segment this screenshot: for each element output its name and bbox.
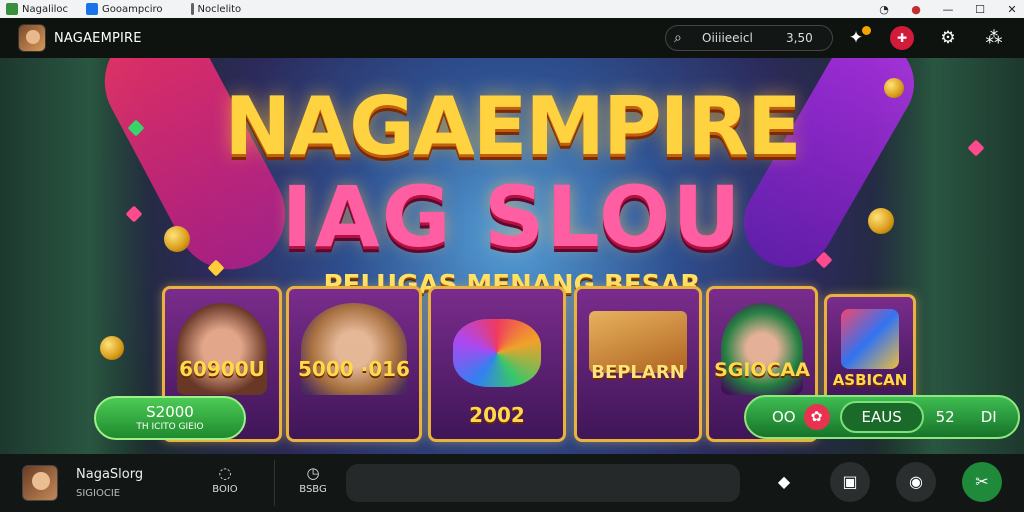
divider-icon bbox=[190, 3, 194, 15]
balance-value: 3,50 bbox=[786, 31, 813, 45]
badge-icon[interactable]: ✚ bbox=[890, 26, 914, 50]
stat-value: OO bbox=[772, 408, 796, 426]
game-art bbox=[177, 303, 267, 395]
app-header: NAGAEMPIRE ⌕ Oiiiieeicl 3,50 ✦ ✚ ⚙ ⁂ bbox=[0, 18, 1024, 58]
os-tab-label: Nagaliloc bbox=[22, 3, 69, 15]
game-card[interactable]: ASBICAN bbox=[824, 294, 916, 404]
game-card-label: SGIOCAA bbox=[714, 359, 810, 381]
brand-logo[interactable] bbox=[18, 24, 46, 52]
search-bar[interactable]: ⌕ Oiiiieeicl 3,50 bbox=[665, 25, 833, 51]
window-controls: ◔ ● — ☐ ✕ bbox=[878, 0, 1018, 18]
game-art bbox=[721, 303, 803, 395]
minimize-icon[interactable]: — bbox=[942, 3, 954, 16]
book-icon[interactable]: ▣ bbox=[830, 462, 870, 502]
os-title-bar: Nagaliloc Gooampciro Noclelito ◔ ● — ☐ ✕ bbox=[0, 0, 1024, 18]
coin-icon bbox=[100, 336, 124, 360]
history-icon[interactable]: ◔ bbox=[878, 3, 890, 16]
app-icon bbox=[6, 3, 18, 15]
game-card[interactable]: 2002 bbox=[428, 286, 566, 442]
game-card-label: 2002 bbox=[469, 403, 525, 427]
chat-input[interactable] bbox=[346, 464, 740, 502]
maximize-icon[interactable]: ☐ bbox=[974, 3, 986, 16]
heart-icon[interactable]: ✿ bbox=[803, 404, 830, 430]
game-card-label: ASBICAN bbox=[832, 371, 908, 389]
os-tab[interactable]: Gooampciro bbox=[86, 3, 163, 15]
camera-icon[interactable]: ◉ bbox=[896, 462, 936, 502]
game-title: NagaSlorg bbox=[76, 467, 144, 482]
gem-art bbox=[453, 319, 541, 387]
notification-icon[interactable]: ✦ bbox=[844, 26, 871, 50]
footer-button-2[interactable]: ◷ BSBG bbox=[296, 464, 330, 495]
search-icon: ⌕ bbox=[674, 30, 682, 46]
browser-icon bbox=[86, 3, 99, 15]
footer-button-1[interactable]: ◌ BOIO bbox=[210, 464, 240, 495]
close-icon[interactable]: ✕ bbox=[1006, 3, 1018, 16]
footer-button-label: BOIO bbox=[212, 484, 238, 495]
cube-art bbox=[841, 309, 899, 369]
stat-highlight[interactable]: EAUS bbox=[839, 401, 924, 433]
bonus-amount: S2000 bbox=[146, 403, 194, 421]
os-tab[interactable]: Noclelito bbox=[190, 3, 242, 15]
stats-bar[interactable]: OO ✿ EAUS 52 DI bbox=[744, 395, 1020, 439]
bonus-subtext: TH ICITO GIEIO bbox=[136, 422, 204, 432]
banner-subtitle: IAG SLOU bbox=[281, 168, 743, 266]
game-card[interactable]: 5000 ·016 bbox=[286, 286, 422, 442]
refresh-icon: ◌ bbox=[218, 464, 232, 482]
pin-icon[interactable]: ● bbox=[910, 3, 922, 16]
footer-button-label: BSBG bbox=[299, 484, 327, 495]
game-card-label: BEPLARN bbox=[591, 362, 685, 383]
clock-icon: ◷ bbox=[306, 464, 320, 482]
divider bbox=[274, 460, 275, 506]
game-info: NagaSlorg SIGIOCIE bbox=[76, 467, 143, 499]
footer-actions: ◆ ▣ ◉ ✂ bbox=[764, 462, 1002, 502]
banner-title: NAGAEMPIRE bbox=[224, 80, 801, 173]
notification-dot bbox=[862, 26, 871, 35]
avatar[interactable] bbox=[22, 465, 58, 501]
os-tab[interactable]: Nagaliloc bbox=[6, 3, 68, 15]
stat-value: 52 bbox=[935, 408, 955, 426]
hero-banner[interactable]: NAGAEMPIRE IAG SLOU PELUGAS MENANG BESAR… bbox=[0, 58, 1024, 454]
os-tab-label: Gooampciro bbox=[102, 3, 163, 15]
search-query[interactable]: Oiiiieeicl bbox=[702, 31, 772, 45]
app-window: { "os_bar": { "tabs": [ {"label": "Nagal… bbox=[0, 0, 1024, 512]
os-tab-label: Noclelito bbox=[197, 3, 242, 15]
header-actions: ✦ ✚ ⚙ ⁂ bbox=[844, 26, 1006, 50]
game-card[interactable]: BEPLARN bbox=[574, 286, 702, 442]
settings-icon[interactable]: ⚙ bbox=[936, 26, 960, 50]
tag-icon[interactable]: ◆ bbox=[764, 462, 804, 502]
brand-name: NAGAEMPIRE bbox=[54, 30, 142, 46]
game-art bbox=[301, 303, 407, 395]
game-subtitle: SIGIOCIE bbox=[76, 488, 121, 499]
stat-value: DI bbox=[980, 408, 997, 426]
tools-icon[interactable]: ✂ bbox=[962, 462, 1002, 502]
game-card-label: 5000 ·016 bbox=[298, 357, 410, 381]
game-card-label: 60900U bbox=[179, 357, 265, 381]
bottom-bar: NagaSlorg SIGIOCIE ◌ BOIO ◷ BSBG ◆ ▣ ◉ ✂ bbox=[0, 454, 1024, 512]
profile-network-icon[interactable]: ⁂ bbox=[982, 26, 1006, 50]
bonus-button[interactable]: S2000 TH ICITO GIEIO bbox=[94, 396, 246, 440]
